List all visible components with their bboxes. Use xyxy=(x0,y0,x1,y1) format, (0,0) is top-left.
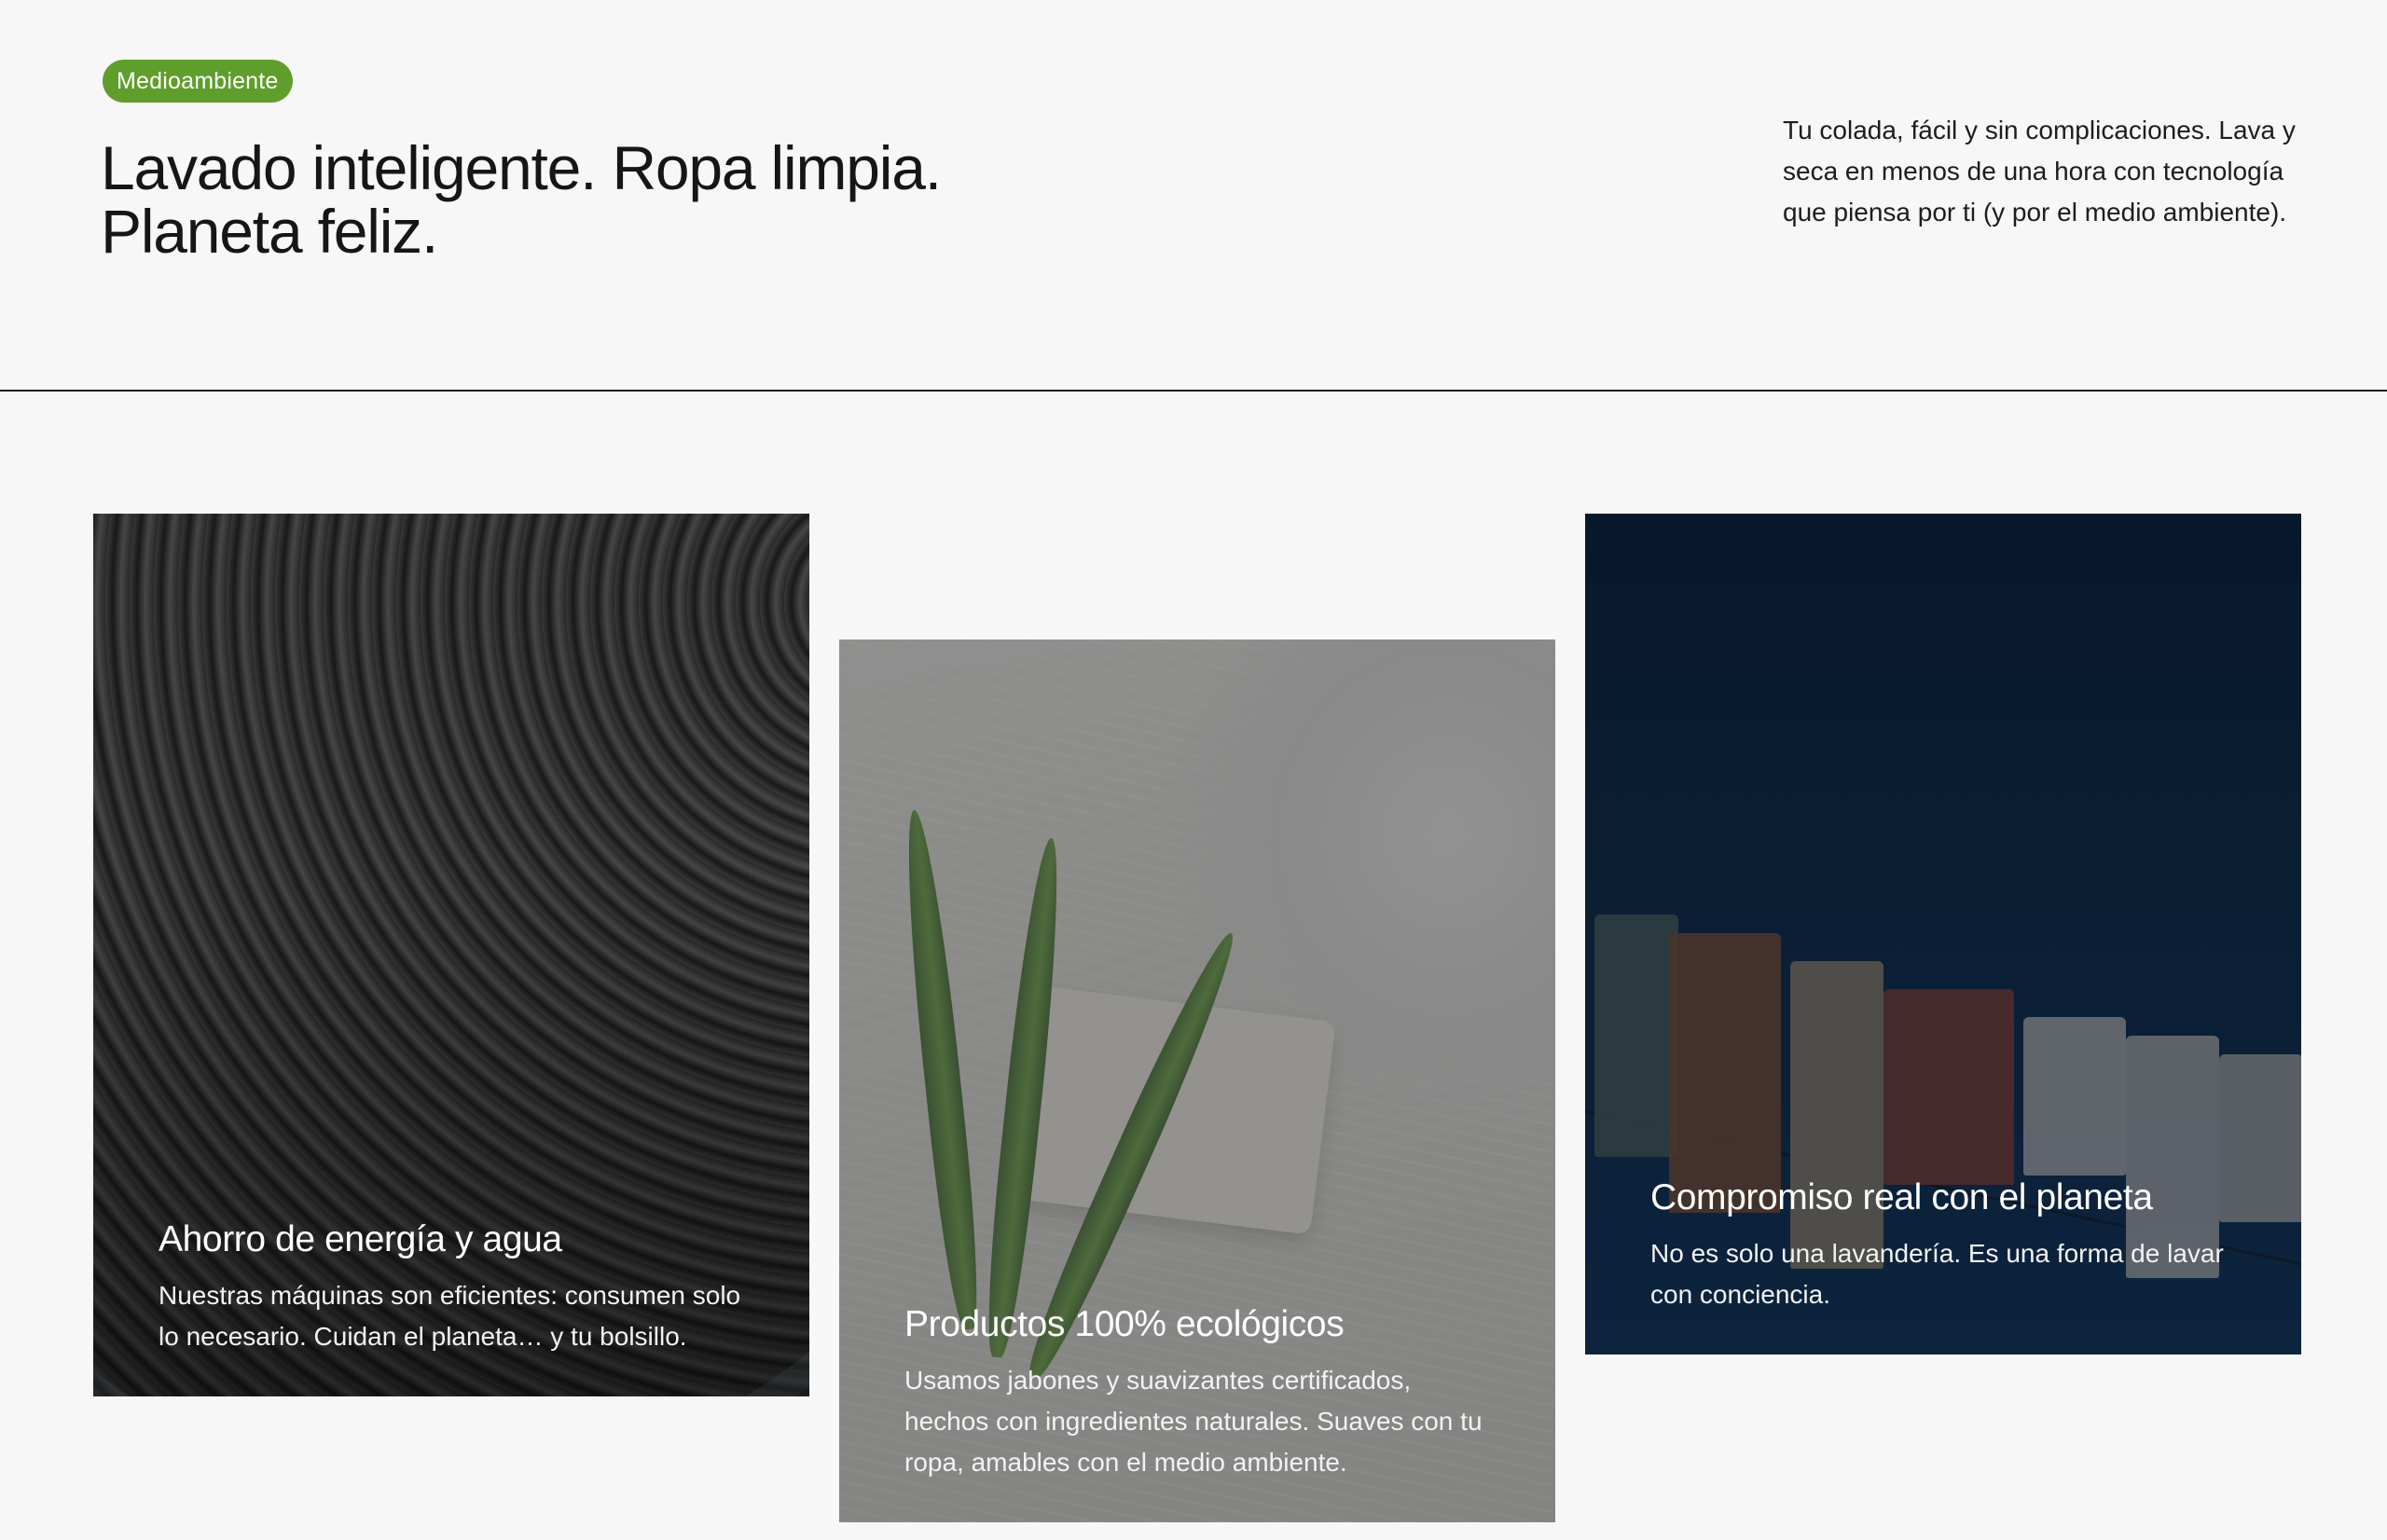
card-content: Compromiso real con el planeta No es sol… xyxy=(1650,1176,2236,1315)
page-title-line-2: Planeta feliz. xyxy=(101,197,438,266)
page-title-line-1: Lavado inteligente. Ropa limpia. xyxy=(101,133,942,202)
card-title: Productos 100% ecológicos xyxy=(904,1304,1345,1344)
hero-section: Medioambiente Lavado inteligente. Ropa l… xyxy=(0,0,2387,390)
feature-card-energy[interactable]: Ahorro de energía y agua Nuestras máquin… xyxy=(93,514,809,1396)
intro-text: Tu colada, fácil y sin complicaciones. L… xyxy=(1783,116,2296,227)
feature-card-commitment[interactable]: Compromiso real con el planeta No es sol… xyxy=(1585,514,2301,1354)
card-text: Nuestras máquinas son eficientes: consum… xyxy=(159,1281,741,1351)
card-content: Ahorro de energía y agua Nuestras máquin… xyxy=(159,1217,744,1357)
feature-card-eco-products[interactable]: Productos 100% ecológicos Usamos jabones… xyxy=(839,639,1555,1522)
section-divider xyxy=(0,390,2387,392)
page-title: Lavado inteligente. Ropa limpia. Planeta… xyxy=(101,136,1173,263)
card-text: Usamos jabones y suavizantes certificado… xyxy=(904,1366,1483,1477)
category-tag[interactable]: Medioambiente xyxy=(103,60,293,103)
card-text: No es solo una lavandería. Es una forma … xyxy=(1650,1239,2224,1309)
card-title: Ahorro de energía y agua xyxy=(159,1219,562,1259)
card-content: Productos 100% ecológicos Usamos jabones… xyxy=(904,1302,1490,1483)
card-title: Compromiso real con el planeta xyxy=(1650,1177,2153,1217)
